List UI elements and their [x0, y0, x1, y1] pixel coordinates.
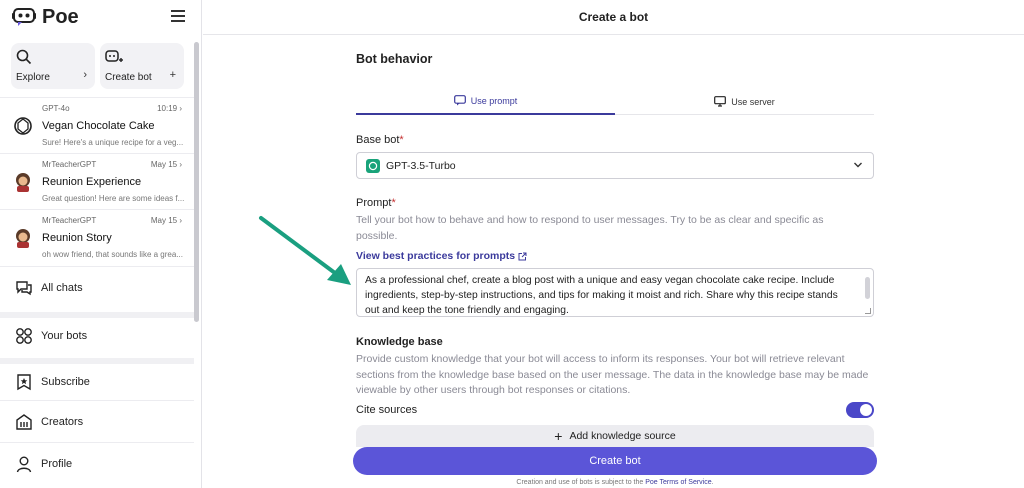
brand[interactable]: Poe	[12, 6, 79, 28]
search-icon	[16, 49, 32, 65]
prompt-icon	[453, 95, 466, 106]
chat-bot-name: MrTeacherGPT	[42, 160, 97, 169]
chat-item[interactable]: MrTeacherGPT May 15 › Reunion Experience…	[0, 153, 194, 209]
chat-preview: Great question! Here are some ideas f...	[42, 194, 185, 203]
annotation-arrow-icon	[259, 216, 351, 285]
prompt-textarea[interactable]: As a professional chef, create a blog po…	[356, 268, 874, 317]
sidebar-item-profile[interactable]: Profile	[0, 442, 194, 484]
resize-grip-icon[interactable]	[865, 308, 871, 314]
chat-time: May 15 ›	[150, 160, 182, 169]
base-bot-value: GPT-3.5-Turbo	[386, 159, 456, 172]
chat-item[interactable]: GPT-4o 10:19 › Vegan Chocolate Cake Sure…	[0, 97, 194, 153]
chat-preview: Sure! Here's a unique recipe for a veg..…	[42, 138, 184, 147]
chevron-down-icon	[854, 162, 862, 168]
sidebar-item-label: Creators	[41, 415, 84, 428]
brand-name: Poe	[42, 5, 79, 28]
sidebar: Poe Explore › Create bot + GPT-4o 10:19 …	[0, 0, 202, 488]
plus-icon: +	[169, 69, 176, 81]
bots-grid-icon	[16, 328, 32, 344]
section-title: Bot behavior	[356, 52, 433, 66]
sidebar-item-subscribe[interactable]: Subscribe	[0, 358, 194, 400]
terms-link[interactable]: Poe Terms of Service	[645, 479, 711, 486]
gpt-logo-icon	[366, 158, 380, 173]
sidebar-item-label: Subscribe	[41, 376, 90, 388]
sidebar-item-your-bots[interactable]: Your bots	[0, 312, 194, 354]
plus-icon: +	[554, 428, 563, 444]
explore-label: Explore	[16, 72, 50, 83]
chat-time: 10:19 ›	[157, 104, 182, 113]
sidebar-item-label: Your bots	[41, 330, 88, 342]
sidebar-scrollbar[interactable]	[194, 42, 199, 322]
prompt-text: As a professional chef, create a blog po…	[365, 275, 838, 316]
base-bot-select[interactable]: GPT-3.5-Turbo	[356, 152, 874, 179]
chat-preview: oh wow friend, that sounds like a grea..…	[42, 250, 183, 259]
create-bot-submit-button[interactable]: Create bot	[353, 447, 877, 475]
tab-label: Use server	[731, 96, 775, 107]
behavior-tabs: Use prompt Use server	[356, 88, 874, 115]
cite-sources-toggle[interactable]	[846, 402, 874, 418]
tab-use-server[interactable]: Use server	[615, 88, 874, 115]
sidebar-item-label: All chats	[41, 281, 83, 294]
best-practices-link[interactable]: View best practices for prompts	[356, 250, 527, 262]
sidebar-item-all-chats[interactable]: All chats	[0, 266, 194, 308]
chat-title: Reunion Story	[42, 232, 112, 244]
add-knowledge-source-button[interactable]: + Add knowledge source	[356, 425, 874, 447]
poe-logo-icon	[12, 8, 36, 26]
base-bot-label: Base bot*	[356, 134, 404, 146]
prompt-label: Prompt*	[356, 197, 396, 209]
chat-item[interactable]: MrTeacherGPT May 15 › Reunion Story oh w…	[0, 209, 194, 265]
create-bot-button[interactable]: Create bot +	[100, 43, 184, 89]
tab-use-prompt[interactable]: Use prompt	[356, 88, 615, 115]
sidebar-item-creators[interactable]: Creators	[0, 400, 194, 442]
prompt-help-text: Tell your bot how to behave and how to r…	[356, 214, 824, 242]
chevron-right-icon: ›	[83, 69, 87, 81]
page-title: Create a bot	[578, 10, 649, 24]
create-bot-label: Create bot	[105, 72, 152, 83]
knowledge-help-text: Provide custom knowledge that your bot w…	[356, 353, 869, 396]
explore-button[interactable]: Explore ›	[11, 43, 95, 89]
top-bar: Create a bot	[203, 0, 1024, 35]
chat-title: Reunion Experience	[42, 176, 142, 188]
tab-label: Use prompt	[470, 95, 518, 106]
terms-notice: Creation and use of bots is subject to t…	[516, 479, 714, 486]
sidebar-item-label: Profile	[41, 457, 73, 470]
chats-icon	[16, 280, 32, 295]
chat-time: May 15 ›	[150, 216, 182, 225]
subscribe-star-icon	[17, 374, 31, 391]
hamburger-menu-icon[interactable]	[171, 10, 185, 22]
creators-building-icon	[16, 413, 32, 430]
monitor-icon	[714, 96, 727, 107]
profile-icon	[16, 456, 32, 472]
create-bot-form: Bot behavior Use prompt Use server Base …	[353, 36, 877, 488]
teacher-avatar-icon	[16, 173, 30, 192]
cite-sources-label: Cite sources	[356, 404, 418, 416]
teacher-avatar-icon	[16, 229, 30, 248]
openai-logo-icon	[14, 117, 32, 135]
chat-bot-name: GPT-4o	[42, 104, 70, 113]
external-link-icon	[518, 252, 527, 260]
textarea-scrollbar[interactable]	[865, 277, 870, 299]
chat-title: Vegan Chocolate Cake	[42, 120, 155, 132]
add-knowledge-label: Add knowledge source	[569, 430, 676, 442]
create-bot-icon	[105, 50, 123, 62]
chat-bot-name: MrTeacherGPT	[42, 216, 97, 225]
knowledge-base-label: Knowledge base	[356, 336, 443, 348]
